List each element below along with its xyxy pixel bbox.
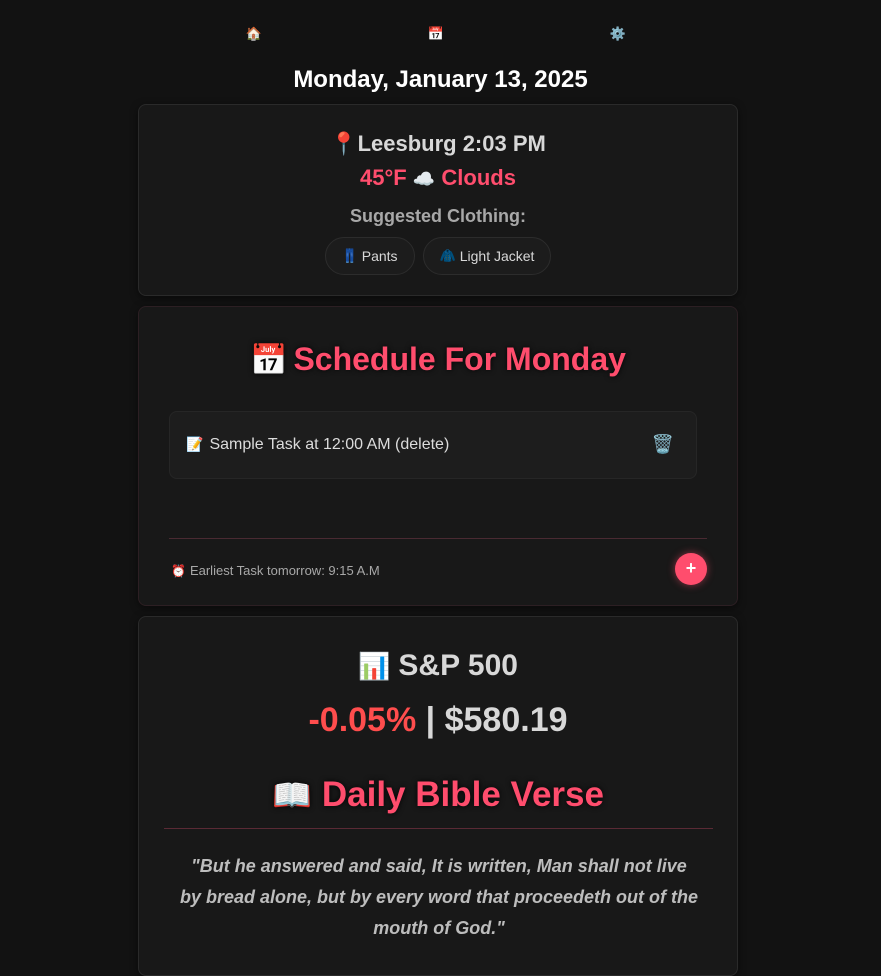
verse-text: "But he answered and said, It is written… bbox=[179, 856, 699, 938]
calendar-icon[interactable]: 📅 bbox=[426, 24, 446, 44]
stock-quote: -0.05% | $580.19 bbox=[139, 701, 737, 740]
location-time: Leesburg 2:03 PM bbox=[357, 131, 546, 156]
stock-verse-card: 📊 S&P 500 -0.05% | $580.19 📖 Daily Bible V… bbox=[138, 616, 738, 976]
stock-price: $580.19 bbox=[444, 701, 568, 739]
add-task-button[interactable]: + bbox=[675, 553, 707, 585]
schedule-title-text: Schedule For Monday bbox=[293, 341, 626, 377]
stock-separator: | bbox=[416, 701, 445, 739]
bar-chart-icon: 📊 bbox=[358, 651, 391, 681]
stock-change: -0.05% bbox=[308, 701, 417, 739]
top-nav: 🏠 📅 ⚙️ bbox=[0, 24, 881, 44]
clothing-label: Suggested Clothing: bbox=[350, 206, 526, 226]
schedule-title: 📅 Schedule For Monday bbox=[139, 341, 737, 378]
weather-condition: Clouds bbox=[441, 165, 516, 190]
schedule-card: 📅 Schedule For Monday 📝 Sample Task at 12:… bbox=[138, 306, 738, 606]
weather-temperature: 45°F ☁️ Clouds bbox=[139, 165, 737, 191]
stock-name: S&P 500 bbox=[398, 649, 518, 682]
stock-title: 📊 S&P 500 bbox=[139, 649, 737, 683]
alarm-clock-icon: ⏰ bbox=[171, 564, 186, 578]
memo-icon: 📝 bbox=[186, 436, 204, 452]
pants-icon: 👖 bbox=[341, 248, 358, 263]
open-book-icon: 📖 bbox=[272, 777, 312, 813]
jacket-icon: 🧥 bbox=[439, 248, 456, 263]
cloud-icon: ☁️ bbox=[412, 169, 436, 189]
clothing-chip-jacket: 🧥 Light Jacket bbox=[422, 237, 552, 275]
clothing-chips: 👖 Pants 🧥 Light Jacket bbox=[139, 237, 737, 275]
home-icon[interactable]: 🏠 bbox=[244, 24, 264, 44]
task-item[interactable]: 📝 Sample Task at 12:00 AM (delete) 🗑️ bbox=[169, 411, 697, 479]
earliest-task-info: ⏰ Earliest Task tomorrow: 9:15 A.M bbox=[171, 563, 380, 578]
divider bbox=[169, 538, 707, 539]
clothing-chip-label: Pants bbox=[361, 248, 398, 264]
clothing-chip-label: Light Jacket bbox=[459, 248, 535, 264]
earliest-task-text: Earliest Task tomorrow: 9:15 A.M bbox=[189, 563, 380, 578]
divider bbox=[164, 828, 713, 829]
verse-title-text: Daily Bible Verse bbox=[321, 775, 604, 814]
task-label: Sample Task at 12:00 AM (delete) bbox=[209, 436, 450, 453]
settings-icon[interactable]: ⚙️ bbox=[608, 24, 628, 44]
calendar-icon: 📅 bbox=[250, 344, 288, 377]
verse-title: 📖 Daily Bible Verse bbox=[139, 775, 737, 815]
clothing-chip-pants: 👖 Pants bbox=[324, 237, 415, 275]
temperature-value: 45°F bbox=[360, 165, 407, 190]
weather-location: 📍Leesburg 2:03 PM bbox=[139, 131, 737, 157]
page-title: Monday, January 13, 2025 bbox=[293, 66, 588, 93]
trash-icon[interactable]: 🗑️ bbox=[652, 434, 674, 455]
task-text: 📝 Sample Task at 12:00 AM (delete) bbox=[186, 436, 449, 454]
pin-icon: 📍 bbox=[330, 131, 358, 156]
weather-card: 📍Leesburg 2:03 PM 45°F ☁️ Clouds Suggest… bbox=[138, 104, 738, 296]
